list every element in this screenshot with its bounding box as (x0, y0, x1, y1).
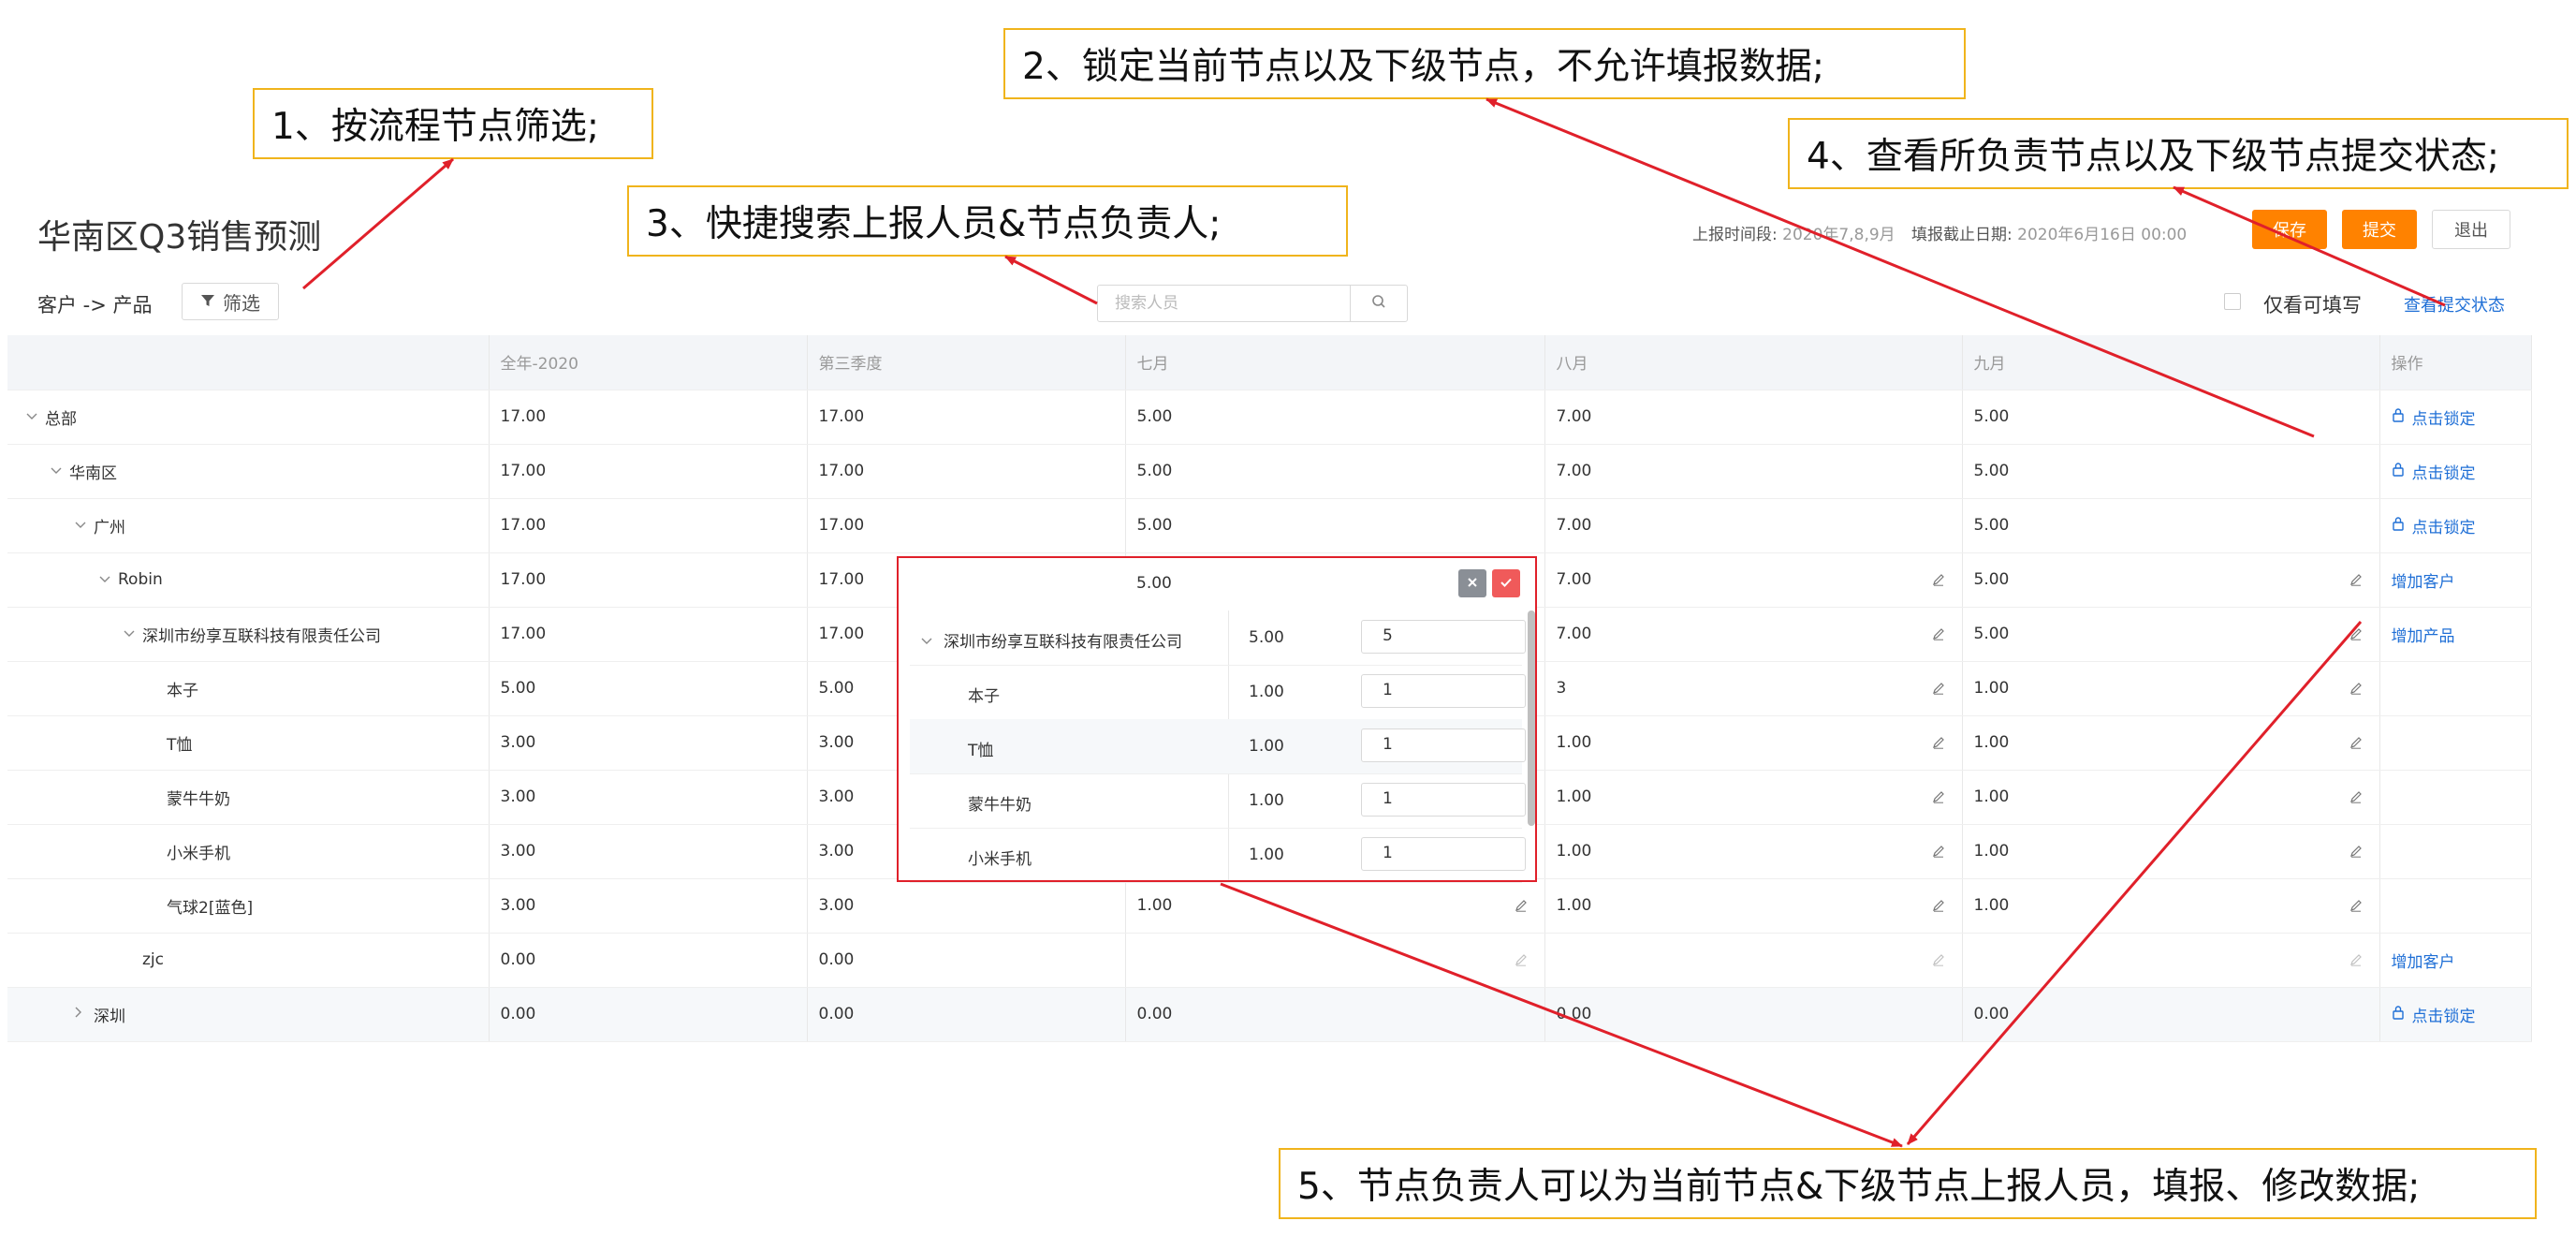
arrow-4 (2173, 185, 2446, 307)
arrow-5b (1906, 621, 2363, 1145)
arrow-2 (1486, 97, 2315, 438)
arrow-1 (302, 157, 454, 290)
annotation-arrows (302, 97, 2446, 1148)
arrow-5a (1220, 882, 1903, 1148)
arrow-3 (1004, 255, 1098, 305)
